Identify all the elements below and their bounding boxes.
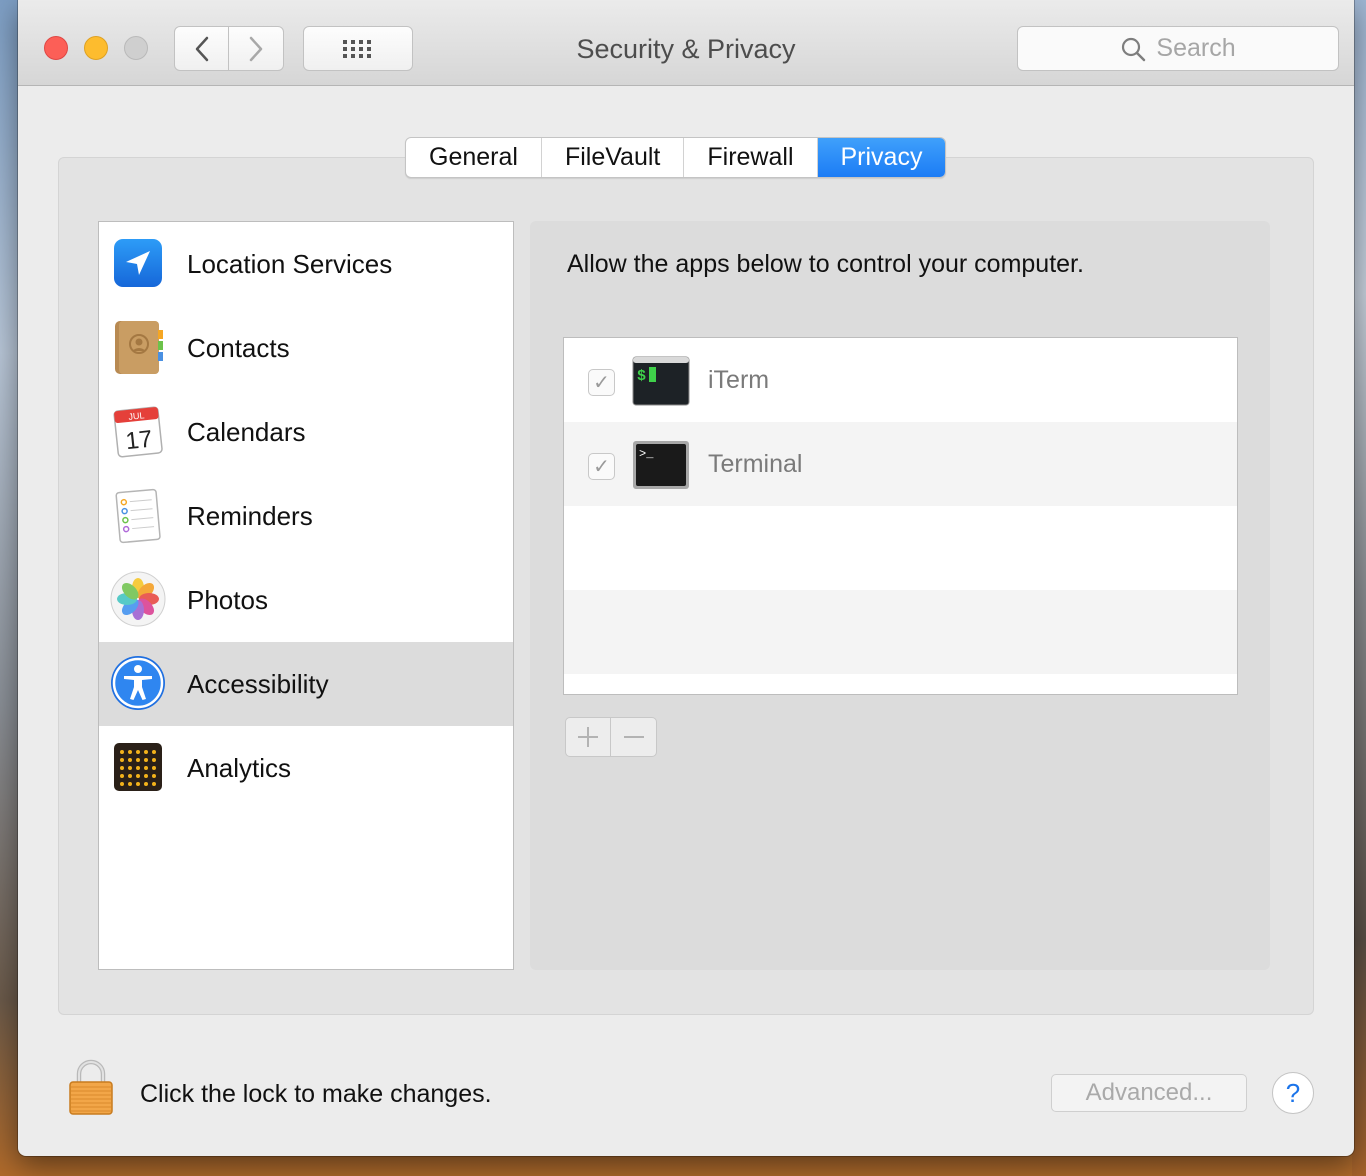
category-label: Reminders <box>187 500 313 531</box>
lock-message: Click the lock to make changes. <box>140 1080 492 1108</box>
app-allowed-checkbox[interactable]: ✓ <box>588 453 615 480</box>
title-bar: Security & Privacy Search <box>18 0 1354 86</box>
tab-bar: General FileVault Firewall Privacy <box>405 137 947 178</box>
category-label: Calendars <box>187 416 306 447</box>
iterm-icon: $ <box>632 356 690 406</box>
accessibility-person-icon <box>111 656 165 710</box>
terminal-glyph: >_ <box>639 447 654 461</box>
allowed-apps-table: ✓ $ iTerm ✓ >_ Terminal <box>563 337 1238 695</box>
analytics-grid-icon <box>114 743 162 791</box>
category-contacts[interactable]: Contacts <box>99 306 513 390</box>
category-label: Accessibility <box>187 668 329 699</box>
contacts-book-icon <box>115 321 163 374</box>
advanced-button[interactable]: Advanced... <box>1051 1074 1247 1112</box>
search-placeholder: Search <box>1156 34 1236 62</box>
add-app-button[interactable] <box>566 718 612 756</box>
category-label: Analytics <box>187 752 292 783</box>
calendar-month: JUL <box>128 410 145 422</box>
table-row[interactable]: ✓ >_ Terminal <box>564 422 1237 506</box>
category-calendars[interactable]: JUL 17 Calendars <box>99 390 513 474</box>
category-location-services[interactable]: Location Services <box>99 222 513 306</box>
pane-heading: Allow the apps below to control your com… <box>567 250 1084 278</box>
desktop-background <box>1352 0 1366 1176</box>
iterm-glyph: $ <box>637 368 646 385</box>
table-row-empty <box>564 506 1237 590</box>
plus-icon <box>578 727 598 747</box>
table-row[interactable]: ✓ $ iTerm <box>564 338 1237 422</box>
table-row-empty <box>564 590 1237 674</box>
category-photos[interactable]: Photos <box>99 558 513 642</box>
category-label: Location Services <box>187 248 393 279</box>
tab-general[interactable]: General <box>406 138 542 177</box>
tab-firewall[interactable]: Firewall <box>684 138 818 177</box>
app-allowed-checkbox[interactable]: ✓ <box>588 369 615 396</box>
category-label: Photos <box>187 584 268 615</box>
search-icon <box>1122 37 1146 61</box>
app-name: Terminal <box>708 449 803 478</box>
app-name: iTerm <box>708 365 770 394</box>
padlock-icon[interactable] <box>68 1058 114 1116</box>
remove-app-button[interactable] <box>611 718 656 756</box>
category-label: Contacts <box>187 332 290 363</box>
category-analytics[interactable]: Analytics <box>99 726 513 810</box>
add-remove-buttons <box>565 717 657 757</box>
preferences-window: Security & Privacy Search General FileVa… <box>18 0 1354 1156</box>
search-field[interactable]: Search <box>1017 26 1339 71</box>
calendar-day: 17 <box>124 426 153 456</box>
help-button[interactable]: ? <box>1272 1072 1314 1114</box>
privacy-category-list: Location Services Contacts JUL 17 Calend… <box>98 221 514 970</box>
category-reminders[interactable]: Reminders <box>99 474 513 558</box>
tab-privacy[interactable]: Privacy <box>817 138 946 177</box>
tab-filevault[interactable]: FileVault <box>542 138 685 177</box>
location-arrow-icon <box>114 239 162 287</box>
category-accessibility[interactable]: Accessibility <box>99 642 513 726</box>
minus-icon <box>623 736 644 738</box>
photos-flower-icon <box>110 571 166 627</box>
calendar-icon: JUL 17 <box>113 406 163 458</box>
terminal-icon: >_ <box>633 441 689 489</box>
reminders-list-icon <box>115 488 161 544</box>
